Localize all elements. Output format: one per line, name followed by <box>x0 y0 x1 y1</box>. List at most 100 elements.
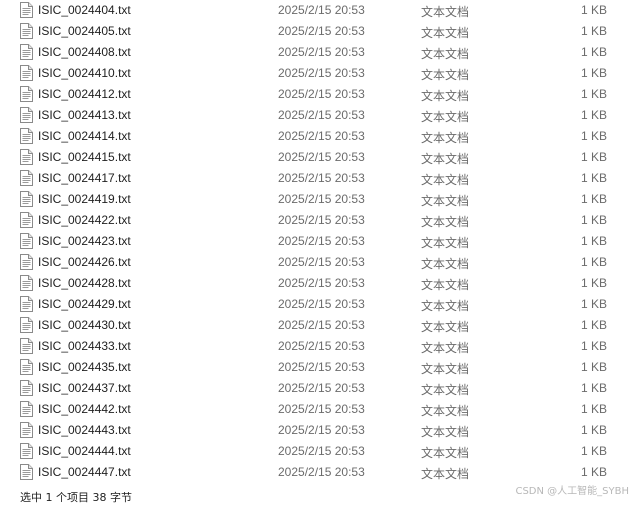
file-row[interactable]: ISIC_0024433.txt 2025/2/15 20:53 文本文档 1 KB <box>0 336 637 357</box>
file-size: 1 KB <box>580 3 607 17</box>
file-size: 1 KB <box>580 360 607 374</box>
file-name: ISIC_0024428.txt <box>38 276 131 290</box>
text-file-icon <box>20 212 33 228</box>
file-type: 文本文档 <box>421 278 470 292</box>
text-file-icon <box>20 65 33 81</box>
file-type: 文本文档 <box>421 5 470 19</box>
file-size: 1 KB <box>580 318 607 332</box>
file-row[interactable]: ISIC_0024443.txt 2025/2/15 20:53 文本文档 1 KB <box>0 420 637 441</box>
text-file-icon <box>20 422 33 438</box>
file-row[interactable]: ISIC_0024437.txt 2025/2/15 20:53 文本文档 1 KB <box>0 378 637 399</box>
text-file-icon <box>20 233 33 249</box>
file-name: ISIC_0024426.txt <box>38 255 131 269</box>
file-size: 1 KB <box>580 381 607 395</box>
file-type: 文本文档 <box>421 173 470 187</box>
file-row[interactable]: ISIC_0024430.txt 2025/2/15 20:53 文本文档 1 KB <box>0 315 637 336</box>
file-row[interactable]: ISIC_0024404.txt 2025/2/15 20:53 文本文档 1 KB <box>0 0 637 21</box>
file-name: ISIC_0024447.txt <box>38 465 131 479</box>
file-type: 文本文档 <box>421 257 470 271</box>
file-row[interactable]: ISIC_0024444.txt 2025/2/15 20:53 文本文档 1 KB <box>0 441 637 462</box>
file-name: ISIC_0024443.txt <box>38 423 131 437</box>
file-type: 文本文档 <box>421 110 470 124</box>
file-row[interactable]: ISIC_0024413.txt 2025/2/15 20:53 文本文档 1 KB <box>0 105 637 126</box>
file-size: 1 KB <box>580 444 607 458</box>
file-name: ISIC_0024435.txt <box>38 360 131 374</box>
file-name: ISIC_0024415.txt <box>38 150 131 164</box>
file-type: 文本文档 <box>421 467 470 481</box>
file-date-modified: 2025/2/15 20:53 <box>278 24 365 38</box>
file-row[interactable]: ISIC_0024419.txt 2025/2/15 20:53 文本文档 1 KB <box>0 189 637 210</box>
file-type: 文本文档 <box>421 131 470 145</box>
file-row[interactable]: ISIC_0024414.txt 2025/2/15 20:53 文本文档 1 KB <box>0 126 637 147</box>
file-row[interactable]: ISIC_0024447.txt 2025/2/15 20:53 文本文档 1 KB <box>0 462 637 483</box>
file-type: 文本文档 <box>421 446 470 460</box>
file-date-modified: 2025/2/15 20:53 <box>278 213 365 227</box>
file-size: 1 KB <box>580 171 607 185</box>
file-size: 1 KB <box>580 339 607 353</box>
file-date-modified: 2025/2/15 20:53 <box>278 171 365 185</box>
file-size: 1 KB <box>580 465 607 479</box>
file-type: 文本文档 <box>421 362 470 376</box>
file-type: 文本文档 <box>421 383 470 397</box>
file-date-modified: 2025/2/15 20:53 <box>278 234 365 248</box>
file-type: 文本文档 <box>421 89 470 103</box>
file-row[interactable]: ISIC_0024408.txt 2025/2/15 20:53 文本文档 1 KB <box>0 42 637 63</box>
file-row[interactable]: ISIC_0024410.txt 2025/2/15 20:53 文本文档 1 KB <box>0 63 637 84</box>
file-type: 文本文档 <box>421 341 470 355</box>
file-row[interactable]: ISIC_0024412.txt 2025/2/15 20:53 文本文档 1 KB <box>0 84 637 105</box>
file-size: 1 KB <box>580 66 607 80</box>
text-file-icon <box>20 149 33 165</box>
file-name: ISIC_0024444.txt <box>38 444 131 458</box>
file-date-modified: 2025/2/15 20:53 <box>278 255 365 269</box>
file-size: 1 KB <box>580 45 607 59</box>
text-file-icon <box>20 170 33 186</box>
file-row[interactable]: ISIC_0024426.txt 2025/2/15 20:53 文本文档 1 KB <box>0 252 637 273</box>
file-row[interactable]: ISIC_0024429.txt 2025/2/15 20:53 文本文档 1 KB <box>0 294 637 315</box>
file-size: 1 KB <box>580 276 607 290</box>
file-row[interactable]: ISIC_0024423.txt 2025/2/15 20:53 文本文档 1 KB <box>0 231 637 252</box>
file-size: 1 KB <box>580 213 607 227</box>
file-name: ISIC_0024410.txt <box>38 66 131 80</box>
file-name: ISIC_0024413.txt <box>38 108 131 122</box>
file-type: 文本文档 <box>421 68 470 82</box>
file-name: ISIC_0024419.txt <box>38 192 131 206</box>
file-name: ISIC_0024430.txt <box>38 318 131 332</box>
file-type: 文本文档 <box>421 215 470 229</box>
file-size: 1 KB <box>580 192 607 206</box>
file-type: 文本文档 <box>421 404 470 418</box>
file-name: ISIC_0024404.txt <box>38 3 131 17</box>
file-date-modified: 2025/2/15 20:53 <box>278 3 365 17</box>
file-date-modified: 2025/2/15 20:53 <box>278 402 365 416</box>
file-type: 文本文档 <box>421 236 470 250</box>
file-date-modified: 2025/2/15 20:53 <box>278 444 365 458</box>
text-file-icon <box>20 254 33 270</box>
file-size: 1 KB <box>580 255 607 269</box>
file-name: ISIC_0024417.txt <box>38 171 131 185</box>
file-type: 文本文档 <box>421 194 470 208</box>
file-row[interactable]: ISIC_0024405.txt 2025/2/15 20:53 文本文档 1 KB <box>0 21 637 42</box>
file-type: 文本文档 <box>421 425 470 439</box>
file-row[interactable]: ISIC_0024422.txt 2025/2/15 20:53 文本文档 1 KB <box>0 210 637 231</box>
file-row[interactable]: ISIC_0024435.txt 2025/2/15 20:53 文本文档 1 KB <box>0 357 637 378</box>
file-row[interactable]: ISIC_0024415.txt 2025/2/15 20:53 文本文档 1 KB <box>0 147 637 168</box>
text-file-icon <box>20 2 33 18</box>
file-row[interactable]: ISIC_0024428.txt 2025/2/15 20:53 文本文档 1 KB <box>0 273 637 294</box>
text-file-icon <box>20 338 33 354</box>
file-size: 1 KB <box>580 87 607 101</box>
file-size: 1 KB <box>580 129 607 143</box>
file-name: ISIC_0024423.txt <box>38 234 131 248</box>
file-type: 文本文档 <box>421 299 470 313</box>
file-date-modified: 2025/2/15 20:53 <box>278 129 365 143</box>
file-name: ISIC_0024429.txt <box>38 297 131 311</box>
file-date-modified: 2025/2/15 20:53 <box>278 87 365 101</box>
text-file-icon <box>20 401 33 417</box>
file-date-modified: 2025/2/15 20:53 <box>278 318 365 332</box>
watermark: CSDN @人工智能_SYBH <box>515 486 629 497</box>
file-type: 文本文档 <box>421 152 470 166</box>
file-row[interactable]: ISIC_0024417.txt 2025/2/15 20:53 文本文档 1 KB <box>0 168 637 189</box>
file-date-modified: 2025/2/15 20:53 <box>278 276 365 290</box>
text-file-icon <box>20 44 33 60</box>
file-name: ISIC_0024437.txt <box>38 381 131 395</box>
file-row[interactable]: ISIC_0024442.txt 2025/2/15 20:53 文本文档 1 KB <box>0 399 637 420</box>
status-bar-text: 选中 1 个项目 38 字节 <box>20 491 132 504</box>
